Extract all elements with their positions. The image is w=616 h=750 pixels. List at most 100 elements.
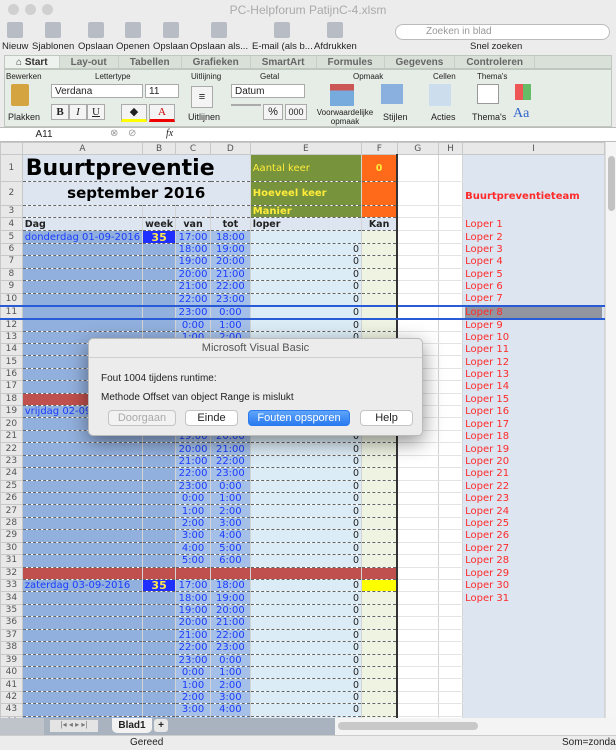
cell-week[interactable] (142, 442, 177, 456)
loper-item[interactable]: Loper 12 (462, 355, 605, 369)
cell-dag[interactable] (22, 293, 144, 307)
cell-loper[interactable]: 0 (250, 554, 363, 568)
cell-H[interactable] (438, 567, 464, 580)
tab-tabellen[interactable]: Tabellen (119, 56, 182, 68)
row-header[interactable]: 29 (0, 529, 23, 543)
cell-G[interactable] (397, 591, 439, 605)
cell-kan[interactable] (361, 678, 399, 692)
row-header[interactable]: 21 (0, 429, 23, 444)
cell-van[interactable]: 2:00 (175, 691, 212, 705)
cell-dag[interactable]: zaterdag 03-09-2016 (22, 579, 144, 593)
loper-item[interactable]: Loper 21 (462, 467, 605, 481)
cell-tot[interactable]: 22:00 (210, 455, 251, 469)
column-header-A[interactable]: A (21, 142, 144, 155)
align-icon[interactable]: ≡ (191, 86, 213, 108)
fx-icon[interactable]: fx (166, 128, 173, 139)
cell-loper[interactable]: 0 (250, 641, 363, 655)
cell-dag[interactable] (22, 455, 144, 469)
row-header[interactable]: 40 (0, 665, 23, 680)
cell-H[interactable] (438, 480, 464, 494)
save-button-2[interactable]: Opslaan (153, 22, 188, 52)
underline-button[interactable]: U (87, 104, 105, 120)
cell-kan[interactable] (361, 293, 399, 307)
cell-G[interactable] (397, 442, 439, 456)
cell-H[interactable] (438, 654, 464, 667)
cell-loper[interactable]: 0 (250, 629, 363, 643)
cell-loper[interactable]: 0 (250, 280, 363, 294)
row-header[interactable]: 30 (0, 541, 23, 556)
cell-week[interactable] (142, 529, 177, 543)
bold-button[interactable]: B (51, 104, 69, 120)
cell-van[interactable]: 5:00 (175, 554, 212, 568)
tab-controleren[interactable]: Controleren (455, 56, 535, 68)
tab-layout[interactable]: Lay-out (60, 56, 119, 68)
cell-tot[interactable]: 23:00 (210, 293, 251, 307)
cell-G[interactable] (397, 293, 439, 307)
cell-tot[interactable]: 4:00 (210, 529, 251, 543)
cell-H[interactable] (438, 230, 464, 244)
row-header[interactable]: 14 (0, 342, 23, 357)
sheet-subtitle[interactable]: september 2016 (22, 181, 251, 206)
vertical-scrollbar[interactable] (605, 142, 616, 718)
tab-gegevens[interactable]: Gegevens (385, 56, 456, 68)
cell-tot[interactable]: 0:00 (210, 480, 251, 494)
cell-tot[interactable] (210, 567, 251, 580)
cell-G[interactable] (397, 529, 439, 543)
loper-item[interactable] (462, 703, 605, 717)
cell-loper[interactable]: 0 (250, 703, 363, 717)
cell-H[interactable] (438, 467, 464, 481)
sheet-title[interactable]: Buurtpreventie (22, 154, 251, 182)
cell-kan[interactable] (361, 567, 399, 580)
cell-kan[interactable] (361, 542, 399, 556)
cell-van[interactable]: 21:00 (175, 629, 212, 643)
row-header[interactable]: 20 (0, 417, 23, 431)
cell-G[interactable] (397, 567, 439, 580)
cell-week[interactable] (142, 554, 177, 568)
loper-item[interactable]: Loper 11 (462, 343, 605, 356)
cell-tot[interactable]: 4:00 (210, 703, 251, 717)
cell-loper[interactable]: 0 (250, 455, 363, 469)
cell-H[interactable] (438, 641, 464, 655)
row-header[interactable]: 9 (0, 280, 23, 294)
cell-kan[interactable] (361, 318, 399, 332)
cell-van[interactable]: 18:00 (175, 243, 212, 257)
row-header[interactable]: 18 (0, 392, 23, 407)
manier-label[interactable]: Manier (250, 205, 363, 219)
loper-item[interactable]: Loper 31 (462, 591, 605, 605)
confirm-icon[interactable]: ⊘ (128, 128, 136, 139)
row-header[interactable]: 12 (0, 318, 23, 332)
cell-loper[interactable]: 0 (250, 517, 363, 531)
cell-H[interactable] (438, 442, 464, 456)
loper-item[interactable]: Loper 18 (462, 430, 605, 443)
loper-item[interactable] (462, 616, 605, 630)
cell-week[interactable] (142, 280, 177, 294)
cell-tot[interactable]: 21:00 (210, 268, 251, 282)
cell-kan[interactable] (361, 579, 399, 593)
row-header[interactable]: 19 (0, 405, 23, 419)
loper-item[interactable]: Loper 20 (462, 455, 605, 468)
cell-loper[interactable]: 0 (250, 467, 363, 481)
cell-tot[interactable]: 3:00 (210, 517, 251, 531)
cell-van[interactable]: 2:00 (175, 517, 212, 531)
cell-kan[interactable] (361, 230, 399, 244)
tab-formules[interactable]: Formules (317, 56, 385, 68)
row-header[interactable]: 23 (0, 454, 23, 469)
cell-week[interactable] (142, 504, 177, 518)
cell-H[interactable] (438, 430, 464, 444)
cell-dag[interactable] (22, 492, 144, 506)
row-header[interactable]: 3 (0, 204, 23, 219)
cell-loper[interactable]: 0 (250, 529, 363, 543)
loper-item[interactable]: Loper 4 (462, 255, 605, 269)
debug-button[interactable]: Fouten opsporen (248, 410, 350, 426)
cell-G[interactable] (397, 678, 439, 692)
cell-loper[interactable]: 0 (250, 293, 363, 307)
cell-kan[interactable] (361, 243, 399, 257)
cell-loper[interactable]: 0 (250, 678, 363, 692)
cell-kan[interactable] (361, 703, 399, 717)
aantal-keer-value[interactable]: 0 (361, 154, 399, 182)
loper-item[interactable] (462, 666, 605, 679)
cell-van[interactable]: 20:00 (175, 616, 212, 630)
loper-item[interactable]: Loper 28 (462, 554, 605, 568)
cell-loper[interactable]: 0 (250, 492, 363, 506)
row-header[interactable]: 10 (0, 292, 23, 307)
